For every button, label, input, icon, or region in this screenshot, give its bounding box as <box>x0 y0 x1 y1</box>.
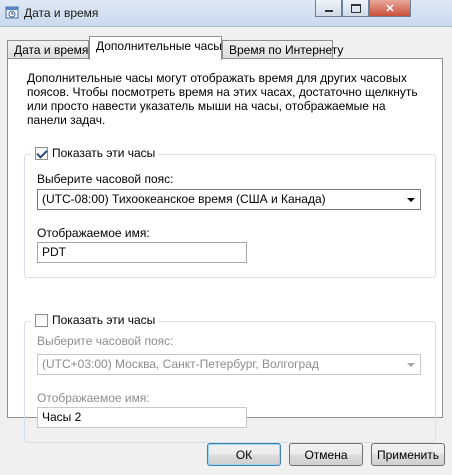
dialog-body: Дата и время Дополнительные часы Время п… <box>0 27 452 475</box>
title-bar: Дата и время ✕ <box>0 0 452 27</box>
tab-date-time[interactable]: Дата и время <box>7 40 89 59</box>
close-icon: ✕ <box>385 2 395 15</box>
clock1-show-label: Показать эти часы <box>52 146 156 160</box>
clock2-show-label: Показать эти часы <box>52 313 156 327</box>
clock2-show-checkbox[interactable]: Показать эти часы <box>31 313 160 327</box>
tab-additional-clocks[interactable]: Дополнительные часы <box>89 36 222 60</box>
chevron-down-icon <box>407 363 415 367</box>
clock1-timezone-label: Выберите часовой пояс: <box>37 172 174 186</box>
close-button[interactable]: ✕ <box>369 0 411 17</box>
clock2-timezone-value: (UTC+03:00) Москва, Санкт-Петербург, Вол… <box>42 357 319 371</box>
clock1-group: Показать эти часы Выберите часовой пояс:… <box>24 146 436 278</box>
tab-internet-time[interactable]: Время по Интернету <box>222 40 343 59</box>
clock2-timezone-select[interactable]: (UTC+03:00) Москва, Санкт-Петербург, Вол… <box>37 354 421 375</box>
chevron-down-icon <box>407 198 415 202</box>
apply-button[interactable]: Применить <box>371 443 445 466</box>
ok-button[interactable]: ОК <box>207 443 281 466</box>
clock1-timezone-select[interactable]: (UTC-08:00) Тихоокеанское время (США и К… <box>37 189 421 210</box>
clock2-timezone-label: Выберите часовой пояс: <box>37 334 174 348</box>
clock1-timezone-value: (UTC-08:00) Тихоокеанское время (США и К… <box>42 192 326 206</box>
clock1-show-checkbox[interactable]: Показать эти часы <box>31 146 160 160</box>
clock2-name-input[interactable]: Часы 2 <box>37 407 247 428</box>
description-text: Дополнительные часы могут отображать вре… <box>27 71 418 127</box>
window-title: Дата и время <box>24 6 99 20</box>
clock2-group: Показать эти часы Выберите часовой пояс:… <box>24 313 436 443</box>
maximize-icon <box>350 3 361 13</box>
tab-panel: Дополнительные часы могут отображать вре… <box>7 58 443 443</box>
checkbox-unchecked-icon[interactable] <box>35 313 48 327</box>
minimize-button[interactable] <box>315 0 342 17</box>
clock1-name-input[interactable]: PDT <box>37 242 247 263</box>
minimize-icon <box>324 10 333 12</box>
clock2-name-label: Отображаемое имя: <box>37 391 150 405</box>
checkbox-checked-icon[interactable] <box>35 146 48 160</box>
maximize-button[interactable] <box>342 0 369 17</box>
cancel-button[interactable]: Отмена <box>289 443 363 466</box>
clock-calendar-icon <box>5 6 19 19</box>
clock1-name-label: Отображаемое имя: <box>37 226 150 240</box>
